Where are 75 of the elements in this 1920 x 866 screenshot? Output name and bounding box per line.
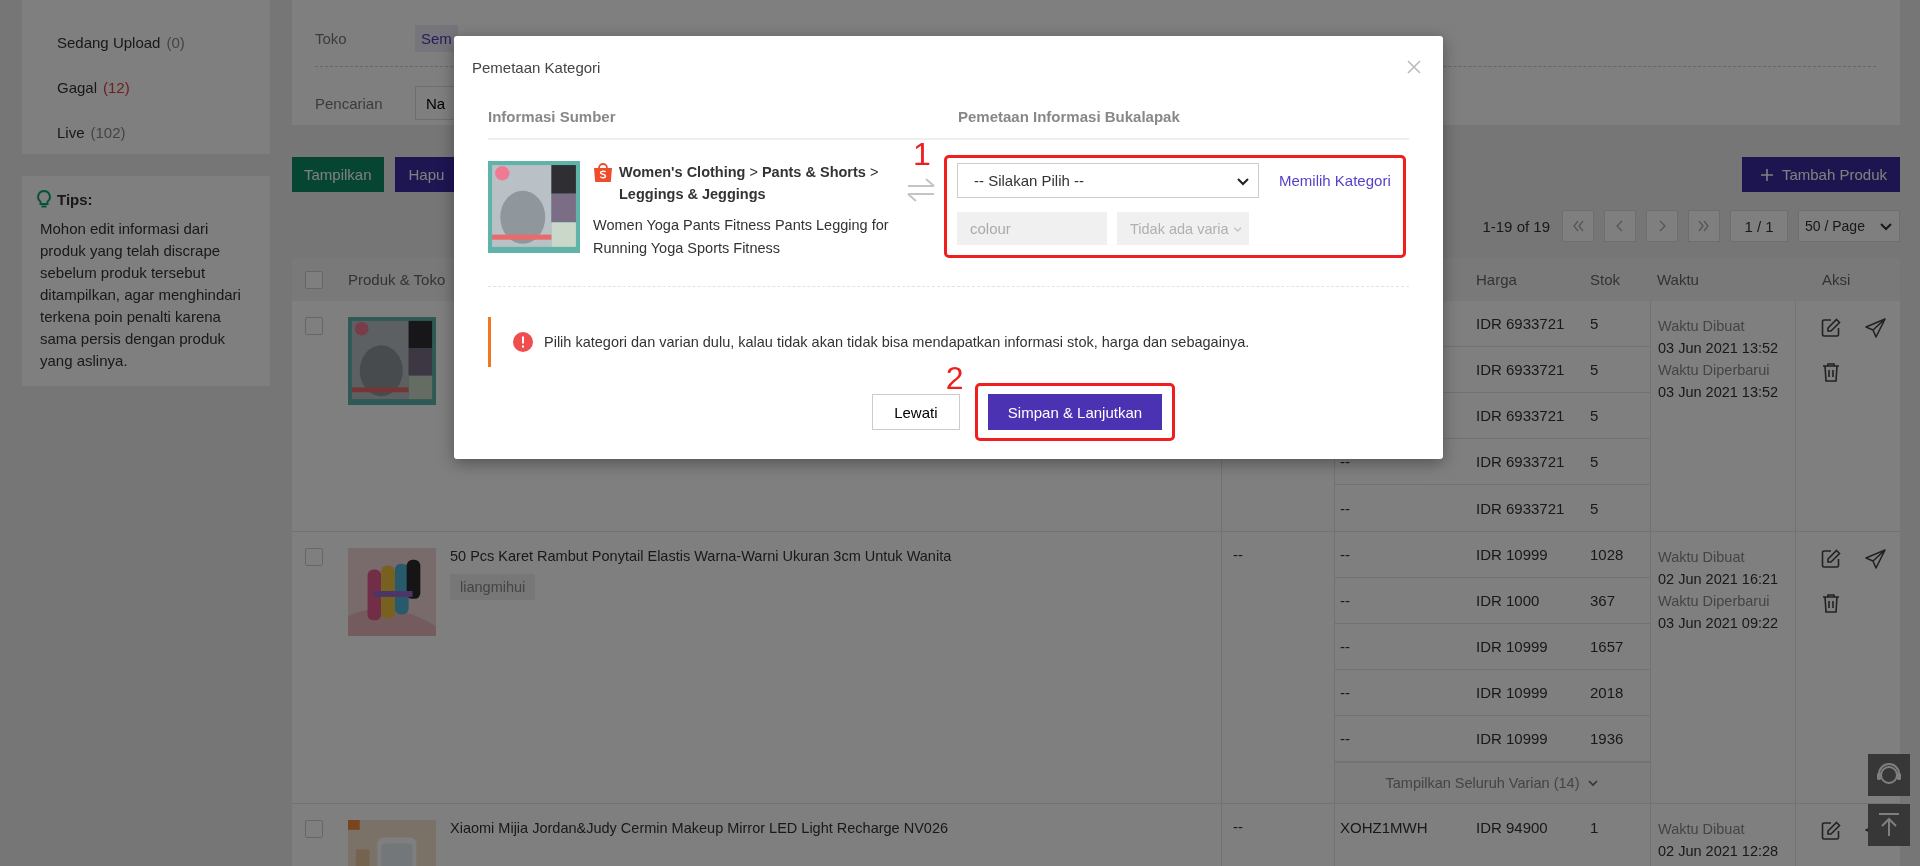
- add-product-button[interactable]: Tambah Produk: [1741, 157, 1900, 192]
- table-cell: IDR 6933721: [1476, 407, 1565, 424]
- status-item[interactable]: Gagal (12): [57, 77, 270, 97]
- table-cell: IDR 10999: [1476, 546, 1548, 563]
- column-header: Aksi: [1821, 271, 1851, 288]
- table-cell: --: [1340, 592, 1350, 609]
- time-label: Waktu Dibuat: [1658, 548, 1746, 567]
- time-label: Waktu Dibuat: [1658, 820, 1746, 839]
- table-cell: 5: [1590, 315, 1599, 332]
- warning-text: Pilih kategori dan varian dulu, kalau tidak akan tidak bisa mendapatkan informasi stok, harga dan sebagainya.: [544, 334, 1250, 350]
- tips-text: Mohon edit informasi dari produk yang telah discrape sebelum produk tersebut ditampilkan, agar menghindari terkena poin penalti karena sama persis dengan produk yang aslinya.: [40, 219, 242, 371]
- table-cell: XOHZ1MWH: [1340, 818, 1428, 836]
- table-cell: --: [1340, 684, 1350, 701]
- column-header: Stok: [1589, 271, 1621, 288]
- status-item[interactable]: Sedang Upload (0): [57, 32, 270, 52]
- table-cell: IDR 94900: [1476, 818, 1548, 836]
- table-cell: IDR 6933721: [1476, 453, 1565, 470]
- category-select[interactable]: -- Silakan Pilih --: [957, 163, 1259, 198]
- table-cell: 5: [1590, 453, 1599, 470]
- table-cell: IDR 6933721: [1476, 361, 1565, 378]
- page-indicator[interactable]: 1 / 1: [1730, 210, 1788, 242]
- filter-label: Pencarian: [315, 94, 384, 112]
- product-title: Women Yoga Pants Fitness Pants Legging for Running Yoga Sports Fitness: [593, 216, 890, 258]
- table-cell: IDR 6933721: [1476, 315, 1565, 332]
- time-label: Waktu Diperbarui: [1658, 592, 1771, 611]
- table-cell: 367: [1590, 592, 1616, 609]
- time-label: Waktu Diperbarui: [1658, 361, 1771, 380]
- timestamp: 03 Jun 2021 13:52: [1658, 339, 1780, 358]
- table-cell: IDR 6933721: [1476, 499, 1565, 517]
- product-title[interactable]: Xiaomi Mijia Jordan&Judy Cermin Makeup Mirror LED Light Recharge NV026: [450, 820, 949, 836]
- show-button[interactable]: Tampilkan: [292, 157, 384, 192]
- table-cell: --: [1233, 818, 1243, 835]
- table-cell: 1028: [1590, 546, 1624, 563]
- table-cell: --: [1340, 499, 1350, 517]
- step-number: 1: [913, 138, 931, 170]
- table-cell: --: [1233, 546, 1243, 563]
- table-cell: --: [1340, 730, 1350, 747]
- table-cell: 1936: [1590, 730, 1624, 747]
- product-title[interactable]: 50 Pcs Karet Rambut Ponytail Elastis Warna-Warni Ukuran 3cm Untuk Wanita: [450, 548, 952, 564]
- timestamp: 02 Jun 2021 12:28: [1658, 842, 1780, 861]
- choose-category-link[interactable]: Memilih Kategori: [1279, 172, 1391, 189]
- status-item[interactable]: Live (102): [57, 122, 270, 142]
- save-continue-button[interactable]: Simpan & Lanjutkan: [987, 394, 1163, 430]
- step-number: 2: [945, 362, 964, 394]
- column-header: Produk & Toko: [347, 271, 447, 288]
- section-header: Informasi Sumber: [488, 108, 617, 125]
- show-all-variants-link[interactable]: Tampilkan Seluruh Varian (14): [1385, 775, 1600, 791]
- table-cell: 1657: [1590, 638, 1624, 655]
- table-cell: 1: [1590, 818, 1599, 836]
- table-cell: IDR 10999: [1476, 684, 1548, 701]
- timestamp: 02 Jun 2021 16:21: [1658, 570, 1780, 589]
- table-cell: --: [1340, 453, 1350, 470]
- table-cell: IDR 1000: [1476, 592, 1540, 609]
- skip-button[interactable]: Lewati: [871, 394, 960, 430]
- table-cell: IDR 10999: [1476, 638, 1548, 655]
- tips-title: Tips:: [57, 190, 93, 208]
- table-cell: --: [1340, 638, 1350, 655]
- table-cell: 5: [1590, 361, 1599, 378]
- filter-label: Toko: [315, 29, 348, 47]
- column-header: Waktu: [1656, 271, 1700, 288]
- table-cell: IDR 10999: [1476, 730, 1548, 747]
- category-path: Women's Clothing > Pants & Shorts > Leggings & Jeggings: [619, 163, 880, 204]
- section-header: Pemetaan Informasi Bukalapak: [958, 108, 1180, 125]
- page-range: 1-19 of 19: [1482, 217, 1550, 235]
- page-size-select[interactable]: 50 / Page: [1798, 210, 1900, 242]
- table-cell: 5: [1590, 407, 1599, 424]
- filter-chip[interactable]: Sem: [415, 24, 458, 52]
- table-cell: 2018: [1590, 684, 1624, 701]
- table-cell: 5: [1590, 499, 1599, 517]
- dialog-title: Pemetaan Kategori: [472, 58, 601, 76]
- time-label: Waktu Dibuat: [1658, 317, 1746, 336]
- column-header: Harga: [1475, 271, 1518, 288]
- timestamp: 03 Jun 2021 13:52: [1658, 383, 1780, 402]
- timestamp: 03 Jun 2021 09:22: [1658, 614, 1780, 633]
- table-cell: --: [1340, 546, 1350, 563]
